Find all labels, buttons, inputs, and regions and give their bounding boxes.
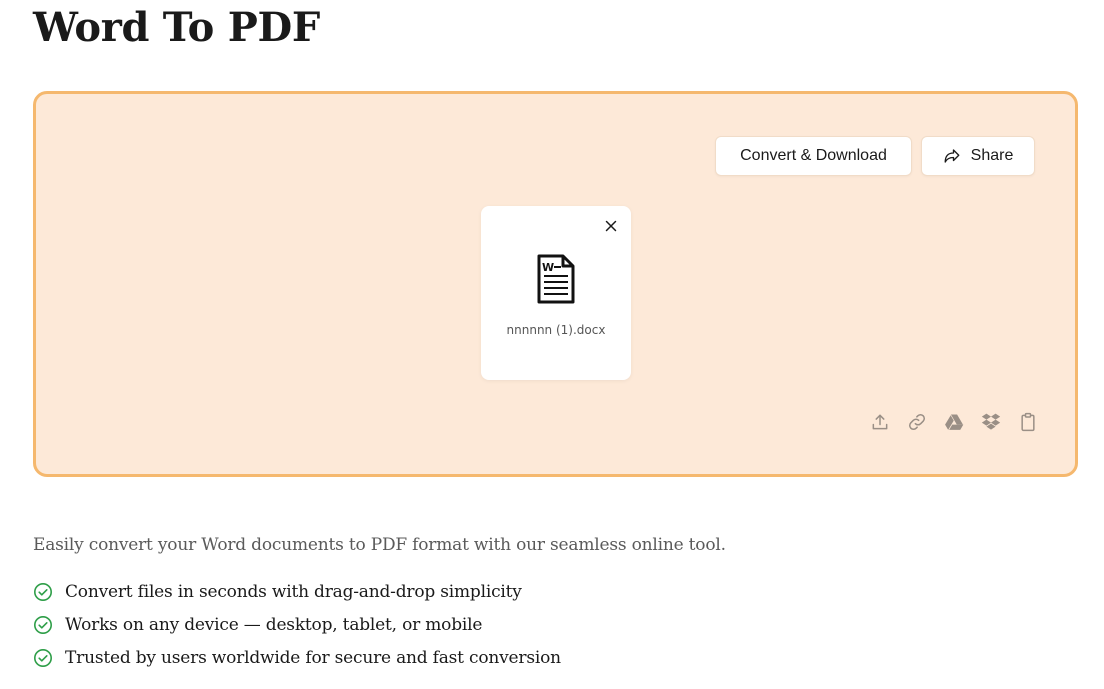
feature-text: Trusted by users worldwide for secure an… [65,647,561,668]
link-icon[interactable] [905,410,929,434]
svg-text:W: W [542,261,554,274]
check-circle-icon [33,615,53,635]
feature-list: Convert files in seconds with drag-and-d… [33,575,561,674]
word-document-icon: W [537,254,575,309]
close-icon[interactable] [603,218,619,234]
convert-download-button[interactable]: Convert & Download [715,136,912,176]
feature-text: Works on any device — desktop, tablet, o… [65,614,483,635]
file-name: nnnnnn (1).docx [506,323,606,337]
share-button[interactable]: Share [921,136,1035,176]
file-dropzone[interactable]: Convert & Download Share W nnnnnn (1).do… [33,91,1078,477]
file-card: W nnnnnn (1).docx [481,206,631,380]
feature-text: Convert files in seconds with drag-and-d… [65,581,522,602]
page-title: Word To PDF [33,4,320,51]
dropbox-icon[interactable] [979,410,1003,434]
google-drive-icon[interactable] [942,410,966,434]
feature-item: Works on any device — desktop, tablet, o… [33,608,561,641]
clipboard-icon[interactable] [1016,410,1040,434]
upload-icon[interactable] [868,410,892,434]
check-circle-icon [33,648,53,668]
share-button-label: Share [970,147,1014,164]
feature-item: Trusted by users worldwide for secure an… [33,641,561,674]
feature-item: Convert files in seconds with drag-and-d… [33,575,561,608]
share-icon [943,147,961,165]
check-circle-icon [33,582,53,602]
intro-text: Easily convert your Word documents to PD… [33,535,726,555]
source-icons [868,410,1040,434]
